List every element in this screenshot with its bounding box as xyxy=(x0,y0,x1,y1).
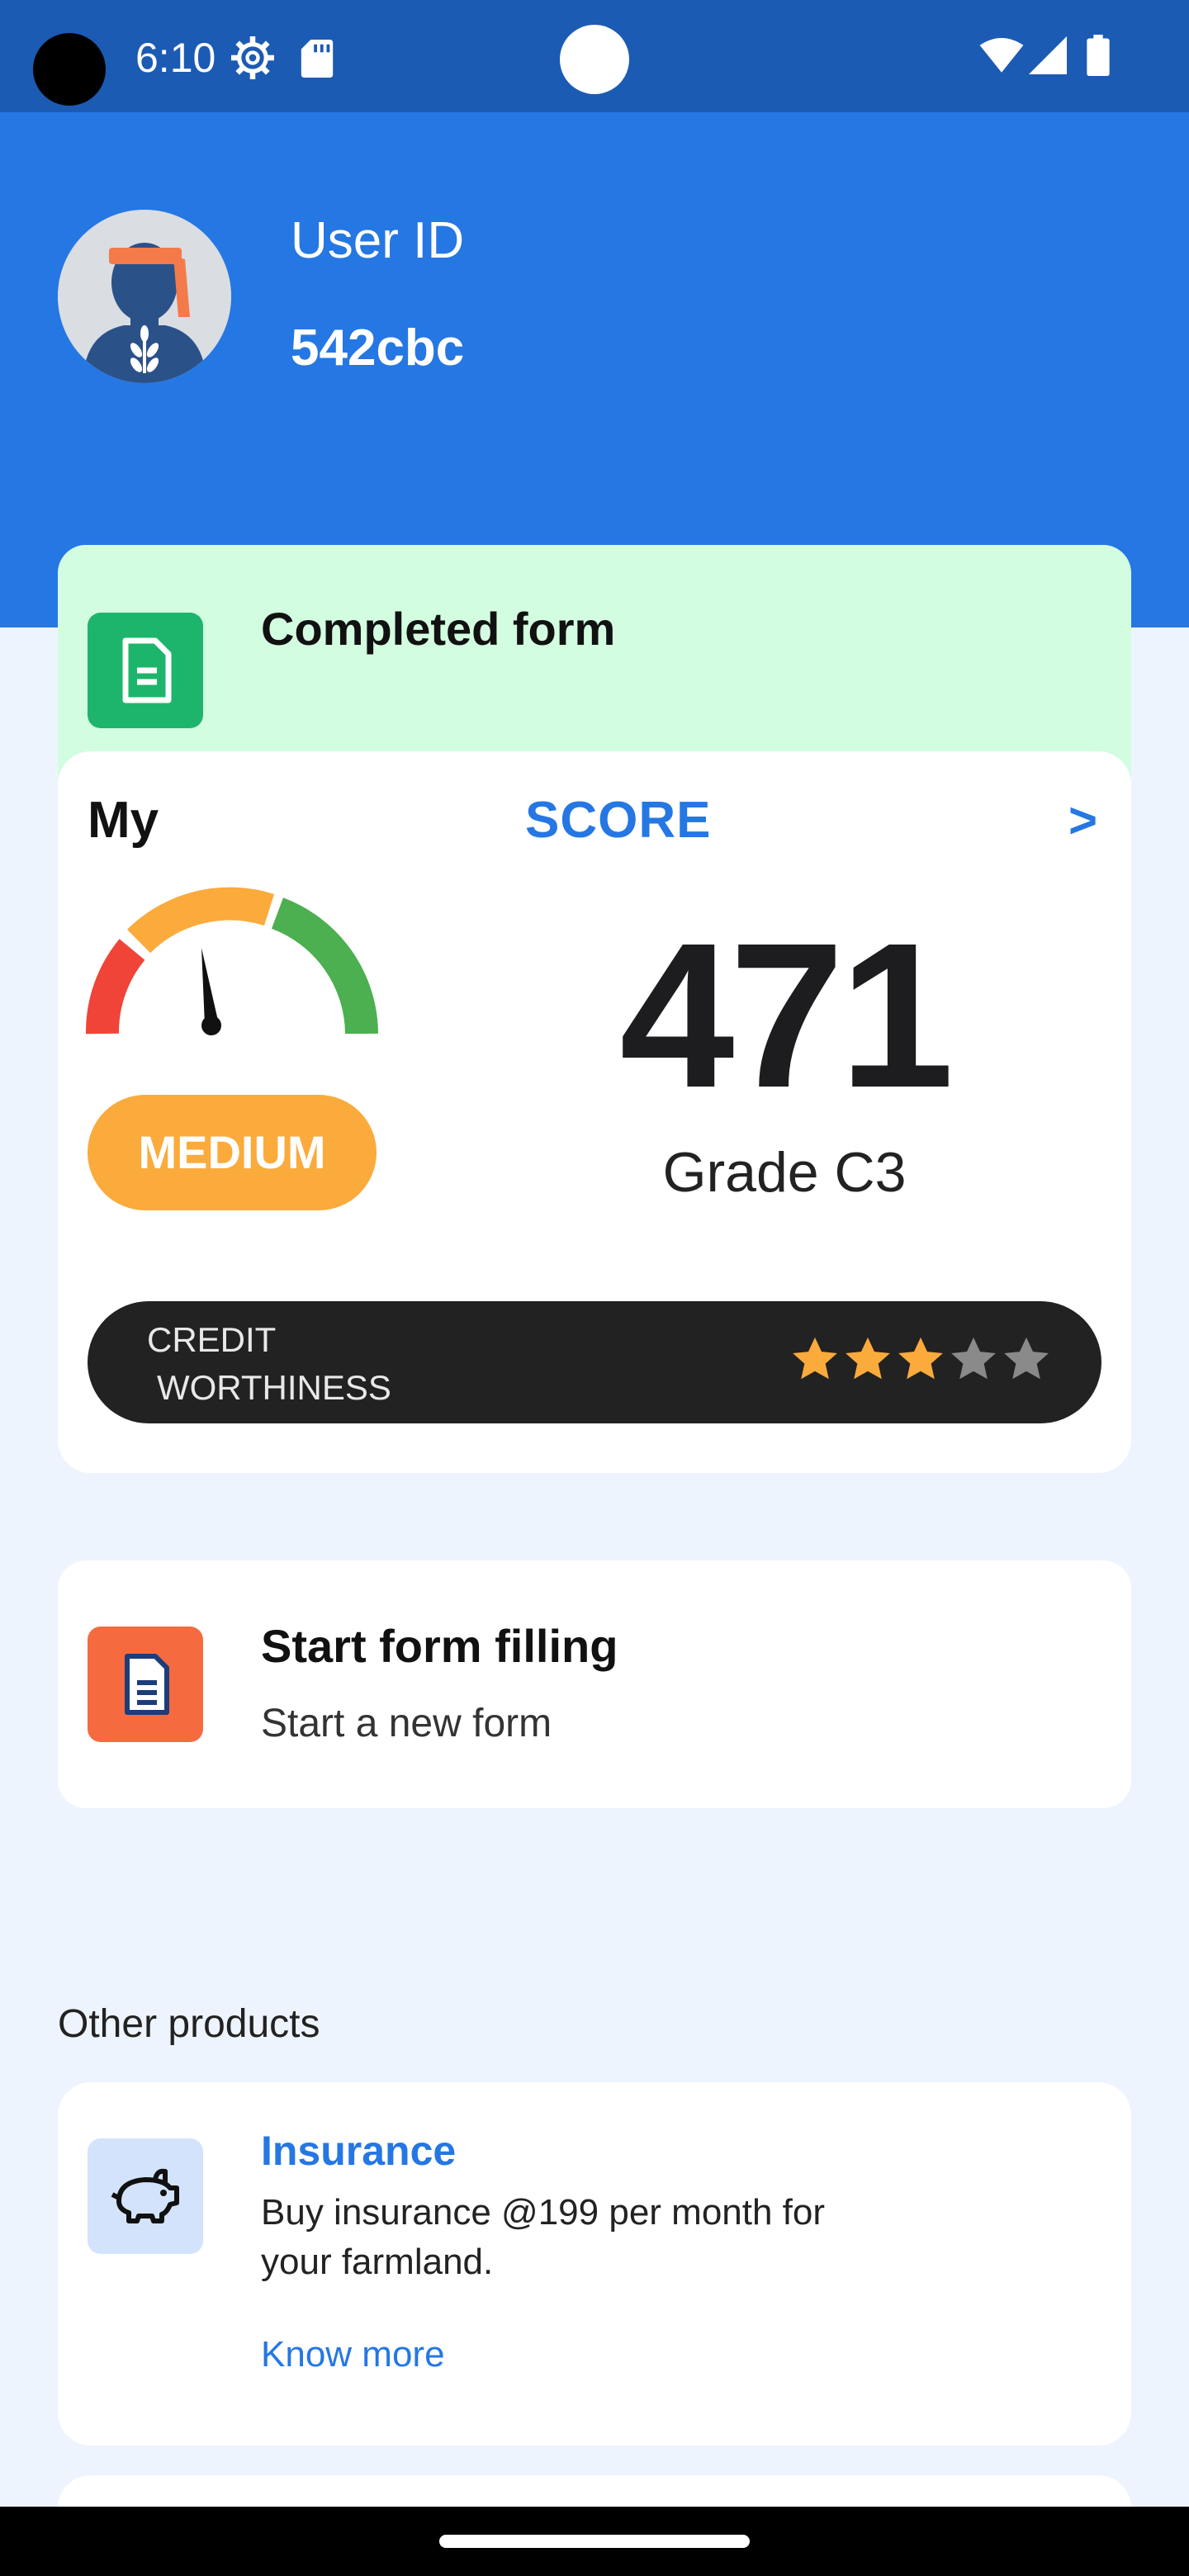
credit-rating-stars xyxy=(789,1334,1052,1392)
score-grade: Grade C3 xyxy=(662,1141,907,1204)
star-filled-icon xyxy=(846,1337,890,1380)
credit-label-line2: WORTHINESS xyxy=(157,1368,391,1407)
score-level-badge: MEDIUM xyxy=(88,1095,377,1210)
insurance-know-more-link[interactable]: Know more xyxy=(261,2330,445,2379)
score-card[interactable]: My SCORE > MEDIUM 471 Grade C3 CREDIT WO… xyxy=(58,751,1131,1473)
farmer-avatar-icon[interactable] xyxy=(58,210,231,383)
other-products-heading: Other products xyxy=(58,2002,320,2046)
battery-icon xyxy=(1087,35,1110,76)
completed-form-title: Completed form xyxy=(261,603,616,655)
score-value: 471 xyxy=(619,900,954,1130)
camera-cutout xyxy=(33,33,106,106)
score-details-arrow[interactable]: > xyxy=(1068,788,1097,854)
user-id-value: 542cbc xyxy=(291,320,465,376)
score-gauge xyxy=(86,887,378,1035)
start-form-title: Start form filling xyxy=(261,1620,618,1672)
user-id-label: User ID xyxy=(291,212,465,269)
settings-icon xyxy=(231,36,274,79)
insurance-description: Buy insurance @199 per month for your fa… xyxy=(261,2192,826,2282)
wifi-icon xyxy=(979,38,1024,73)
credit-worthiness-bar: CREDIT WORTHINESS xyxy=(88,1301,1101,1423)
document-icon xyxy=(88,1627,203,1742)
home-gesture-handle[interactable] xyxy=(439,2535,750,2548)
star-filled-icon xyxy=(898,1337,943,1380)
score-title: SCORE xyxy=(525,792,712,849)
star-filled-icon xyxy=(793,1337,837,1380)
front-camera xyxy=(560,25,629,94)
insurance-title: Insurance xyxy=(261,2128,457,2174)
piggy-bank-icon xyxy=(88,2138,203,2254)
star-empty-icon xyxy=(951,1337,996,1380)
credit-worthiness-label: CREDIT WORTHINESS xyxy=(147,1316,391,1412)
status-bar: 6:10 xyxy=(0,0,1189,112)
status-time: 6:10 xyxy=(135,35,216,81)
start-form-card[interactable]: Start form filling Start a new form xyxy=(58,1560,1131,1808)
insurance-product-card[interactable]: Insurance Buy insurance @199 per month f… xyxy=(58,2082,1131,2446)
score-prefix: My xyxy=(88,792,159,849)
sd-card-icon xyxy=(301,40,334,78)
star-empty-icon xyxy=(1004,1337,1049,1380)
credit-label-line1: CREDIT xyxy=(147,1320,277,1359)
start-form-subtitle: Start a new form xyxy=(261,1702,552,1745)
document-icon xyxy=(88,613,203,728)
signal-icon xyxy=(1029,36,1067,74)
